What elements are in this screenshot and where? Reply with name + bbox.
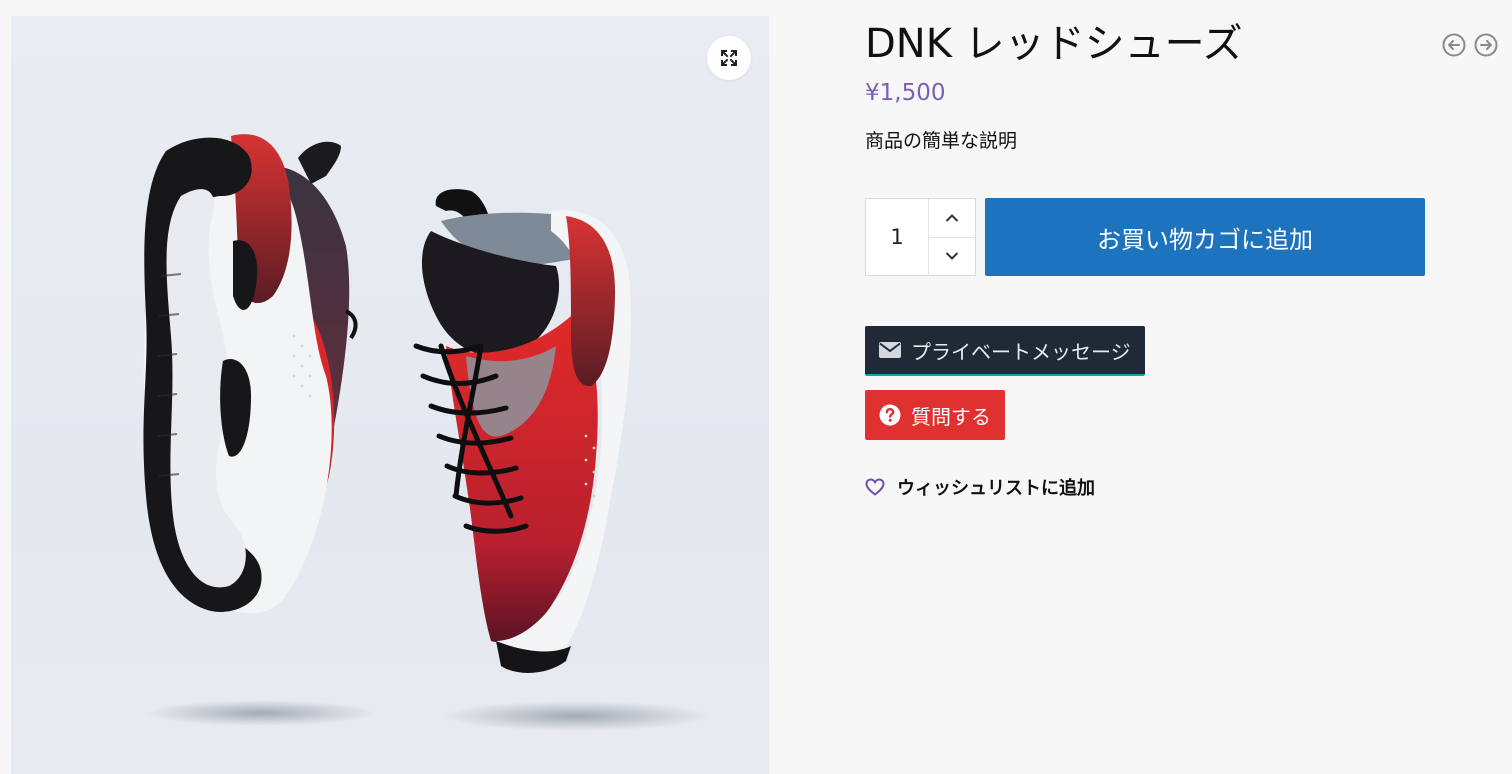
quantity-input[interactable]: 1	[866, 199, 929, 275]
product-gallery	[11, 16, 769, 774]
question-circle-icon	[879, 404, 901, 426]
add-to-cart-button[interactable]: お買い物カゴに追加	[985, 198, 1425, 276]
heart-icon	[865, 478, 885, 496]
product-photo-sneakers	[143, 134, 711, 731]
expand-icon	[721, 50, 737, 66]
previous-product-button[interactable]	[1442, 33, 1466, 57]
quantity-stepper: 1	[865, 198, 976, 276]
product-title: DNK レッドシューズ	[865, 21, 1243, 67]
envelope-icon	[879, 342, 901, 358]
next-product-button[interactable]	[1474, 33, 1498, 57]
quantity-increase-button[interactable]	[929, 199, 975, 237]
private-message-label: プライベートメッセージ	[911, 339, 1131, 364]
chevron-up-icon	[945, 213, 959, 222]
arrow-right-circle-icon	[1474, 33, 1498, 57]
zoom-button[interactable]	[707, 36, 751, 80]
ask-question-label: 質問する	[911, 404, 991, 429]
chevron-down-icon	[945, 252, 959, 261]
arrow-left-circle-icon	[1442, 33, 1466, 57]
private-message-button[interactable]: プライベートメッセージ	[865, 326, 1145, 376]
product-pager	[1442, 33, 1498, 57]
ask-question-button[interactable]: 質問する	[865, 390, 1005, 440]
quantity-decrease-button[interactable]	[929, 236, 975, 276]
quantity-arrows	[929, 199, 975, 275]
product-page: DNK レッドシューズ ¥1,500 商品の簡単な説明 1 お買い物カゴに追加 …	[0, 0, 1512, 774]
add-to-wishlist-link[interactable]: ウィッシュリストに追加	[865, 474, 1095, 500]
wishlist-label: ウィッシュリストに追加	[897, 478, 1095, 499]
add-to-cart-form: 1 お買い物カゴに追加	[865, 198, 1425, 276]
product-price: ¥1,500	[865, 80, 946, 106]
product-short-description: 商品の簡単な説明	[865, 130, 1018, 152]
product-summary: DNK レッドシューズ ¥1,500 商品の簡単な説明 1 お買い物カゴに追加 …	[865, 18, 1425, 499]
